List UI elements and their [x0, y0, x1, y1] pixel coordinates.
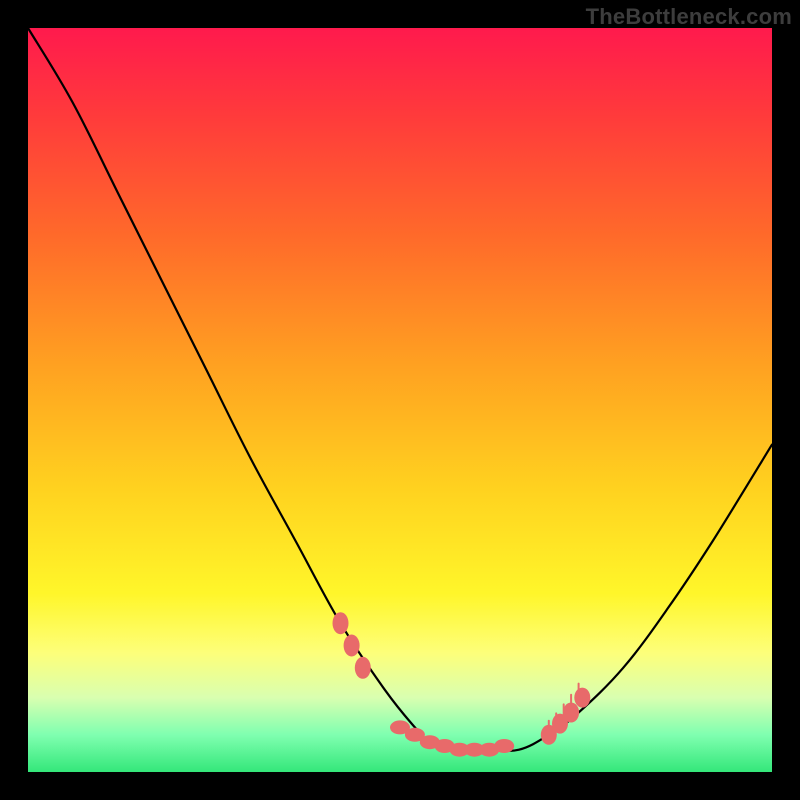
marker-dot [333, 612, 349, 634]
chart-frame: TheBottleneck.com [0, 0, 800, 800]
marker-dot [355, 657, 371, 679]
watermark-text: TheBottleneck.com [586, 4, 792, 30]
curve-markers [333, 612, 591, 757]
bottleneck-curve [28, 28, 772, 751]
marker-dot [344, 635, 360, 657]
marker-dot [494, 739, 514, 753]
marker-dot [574, 688, 590, 708]
curve-layer [28, 28, 772, 772]
